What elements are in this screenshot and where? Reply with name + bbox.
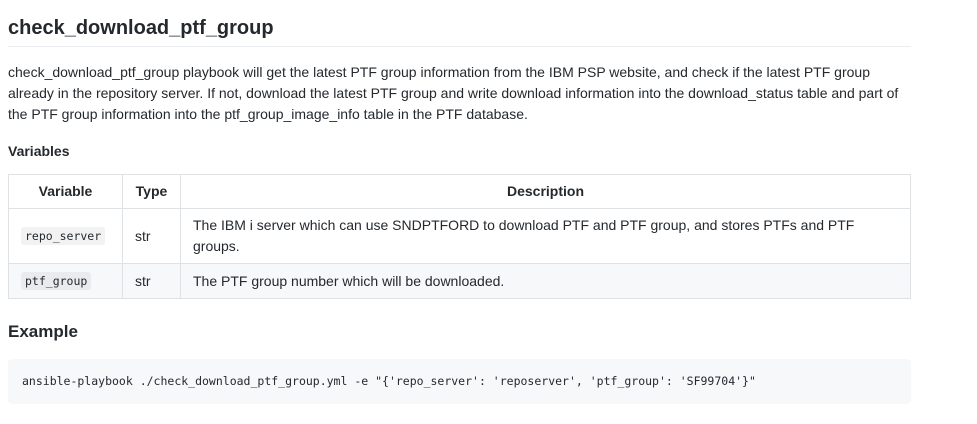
description-cell: The PTF group number which will be downl… [180, 263, 911, 299]
table-row: repo_server str The IBM i server which c… [8, 208, 911, 264]
description-cell: The IBM i server which can use SNDPTFORD… [180, 208, 911, 264]
variable-cell: ptf_group [8, 263, 123, 299]
document-page: check_download_ptf_group check_download_… [0, 0, 977, 424]
column-header-type: Type [122, 174, 181, 209]
table-header-row: Variable Type Description [8, 174, 911, 209]
type-cell: str [122, 263, 181, 299]
column-header-variable: Variable [8, 174, 123, 209]
variable-cell: repo_server [8, 208, 123, 264]
example-code-block[interactable]: ansible-playbook ./check_download_ptf_gr… [8, 359, 911, 404]
variables-heading: Variables [8, 143, 70, 159]
variable-name: ptf_group [21, 272, 92, 290]
variable-name: repo_server [21, 227, 106, 245]
type-cell: str [122, 208, 181, 264]
page-title: check_download_ptf_group [8, 0, 911, 47]
column-header-description: Description [180, 174, 911, 209]
example-heading: Example [8, 322, 78, 341]
table-row: ptf_group str The PTF group number which… [8, 263, 911, 299]
intro-paragraph: check_download_ptf_group playbook will g… [8, 64, 899, 122]
variables-table: Variable Type Description repo_server st… [8, 174, 911, 299]
